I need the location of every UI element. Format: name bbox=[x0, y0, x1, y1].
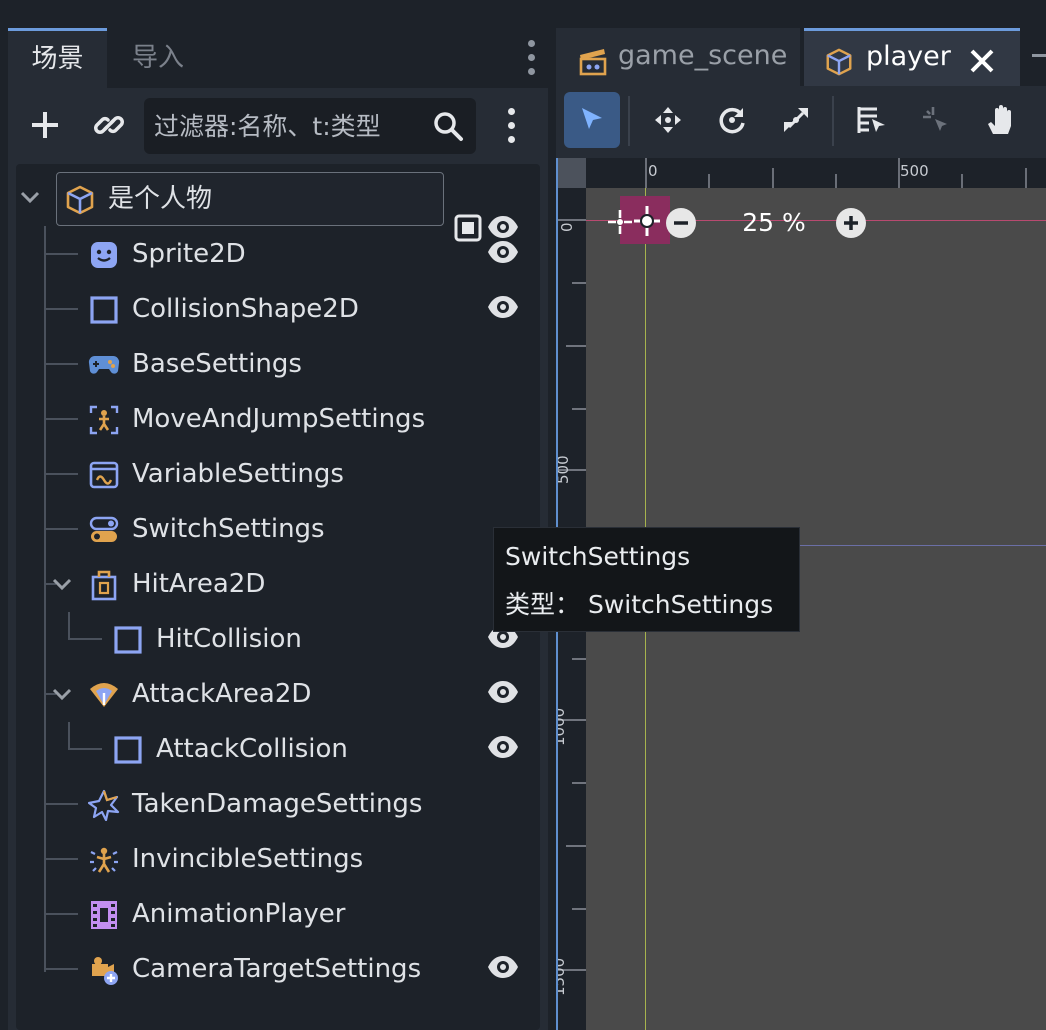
tree-row-switchsettings[interactable]: SwitchSettings bbox=[16, 502, 540, 557]
ruler-corner bbox=[556, 158, 586, 188]
invincible-icon bbox=[88, 844, 120, 876]
damage-star-icon bbox=[88, 789, 120, 821]
eye-visibility-icon[interactable] bbox=[486, 239, 520, 269]
tree-label: SwitchSettings bbox=[132, 514, 325, 544]
tree-row-collisionshape2d[interactable]: CollisionShape2D bbox=[16, 282, 540, 337]
tree-row-hitcollision[interactable]: HitCollision bbox=[16, 612, 540, 667]
select-tool-button[interactable] bbox=[564, 92, 620, 148]
editor-tab-bar: game_scene player bbox=[556, 28, 1046, 89]
animation-player-icon bbox=[88, 899, 120, 931]
switch-icon bbox=[88, 514, 120, 546]
tree-label: MoveAndJumpSettings bbox=[132, 404, 426, 434]
tree-label: AttackArea2D bbox=[132, 679, 312, 709]
tree-row-sprite2d[interactable]: Sprite2D bbox=[16, 227, 540, 282]
tree-label: AttackCollision bbox=[156, 734, 348, 764]
tree-row-attackarea2d[interactable]: AttackArea2D bbox=[16, 667, 540, 722]
ruler-label: 500 bbox=[556, 455, 572, 484]
zoom-controls: 25 % bbox=[666, 208, 876, 238]
tree-label: CollisionShape2D bbox=[132, 294, 359, 324]
tree-row-moveandjumpsettings[interactable]: MoveAndJumpSettings bbox=[16, 392, 540, 447]
tree-row-cameratargetsettings[interactable]: CameraTargetSettings bbox=[16, 942, 540, 997]
eye-visibility-icon[interactable] bbox=[486, 294, 520, 324]
gamepad-icon bbox=[88, 349, 120, 381]
tree-label: Sprite2D bbox=[132, 239, 246, 269]
tree-row-basesettings[interactable]: BaseSettings bbox=[16, 337, 540, 392]
move-jump-icon bbox=[88, 404, 120, 436]
tree-row-attackcollision[interactable]: AttackCollision bbox=[16, 722, 540, 777]
tree-row-invinciblesettings[interactable]: InvincibleSettings bbox=[16, 832, 540, 887]
zoom-out-button[interactable] bbox=[666, 208, 696, 238]
collision-shape-icon bbox=[88, 294, 120, 326]
tree-label: 是个人物 bbox=[108, 184, 213, 214]
rotate-tool-button[interactable] bbox=[704, 92, 760, 148]
tab-label: game_scene bbox=[618, 40, 788, 71]
scale-tool-button[interactable] bbox=[768, 92, 824, 148]
collapse-arrow-icon[interactable] bbox=[20, 190, 40, 209]
zoom-in-button[interactable] bbox=[836, 208, 866, 238]
search-icon bbox=[432, 110, 464, 142]
link-icon[interactable] bbox=[86, 102, 132, 148]
hit-area-icon bbox=[88, 569, 120, 601]
tab-game-scene[interactable]: game_scene bbox=[556, 28, 800, 86]
add-node-icon[interactable] bbox=[22, 102, 68, 148]
tree-label: CameraTargetSettings bbox=[132, 954, 422, 984]
eye-visibility-icon[interactable] bbox=[486, 954, 520, 984]
ruler-label: 0 bbox=[648, 162, 658, 180]
node3d-cube-icon bbox=[824, 43, 854, 76]
tree-label: TakenDamageSettings bbox=[132, 789, 423, 819]
scene-dock: 场景 导入 过滤器:名称、t:类型 是个人物 Sprite2D Collisio… bbox=[8, 28, 548, 1030]
pivot-crosshair-icon[interactable] bbox=[632, 204, 662, 238]
ruler-label: 0 bbox=[558, 222, 576, 232]
variable-icon bbox=[88, 459, 120, 491]
eye-visibility-icon[interactable] bbox=[486, 734, 520, 764]
dock-tab-bar: 场景 导入 bbox=[8, 28, 548, 91]
collapse-arrow-icon[interactable] bbox=[52, 577, 72, 596]
tree-row-variablesettings[interactable]: VariableSettings bbox=[16, 447, 540, 502]
list-select-tool-button[interactable] bbox=[844, 92, 900, 148]
pivot-tool-button[interactable] bbox=[908, 92, 964, 148]
tab-player[interactable]: player bbox=[804, 28, 1020, 89]
tab-scene[interactable]: 场景 bbox=[8, 28, 107, 91]
tree-label: VariableSettings bbox=[132, 459, 344, 489]
tree-row-hitarea2d[interactable]: HitArea2D bbox=[16, 557, 540, 612]
tree-label: AnimationPlayer bbox=[132, 899, 346, 929]
move-tool-button[interactable] bbox=[640, 92, 696, 148]
scene-tree: 是个人物 Sprite2D CollisionShape2D BaseSetti… bbox=[16, 164, 540, 1030]
tooltip-title: SwitchSettings bbox=[505, 542, 691, 571]
eye-visibility-icon[interactable] bbox=[486, 679, 520, 709]
tab-import[interactable]: 导入 bbox=[118, 28, 198, 88]
tooltip-type: 类型： SwitchSettings bbox=[505, 590, 774, 619]
tab-label: player bbox=[866, 41, 951, 72]
dock-menu-icon[interactable] bbox=[526, 40, 536, 76]
close-icon[interactable] bbox=[968, 41, 996, 73]
zoom-level[interactable]: 25 % bbox=[734, 208, 814, 238]
camera-target-icon bbox=[88, 954, 120, 986]
tree-label: BaseSettings bbox=[132, 349, 302, 379]
sprite2d-icon bbox=[88, 239, 120, 271]
node3d-cube-icon bbox=[64, 184, 96, 216]
tree-row-animationplayer[interactable]: AnimationPlayer bbox=[16, 887, 540, 942]
collapse-arrow-icon[interactable] bbox=[52, 687, 72, 706]
node-filter[interactable] bbox=[144, 98, 476, 154]
ruler-label: 500 bbox=[900, 162, 929, 180]
ruler-horizontal[interactable]: 0 500 bbox=[586, 158, 1046, 188]
filter-options-icon[interactable] bbox=[506, 108, 516, 144]
tree-row-takendamagesettings[interactable]: TakenDamageSettings bbox=[16, 777, 540, 832]
tree-label: HitCollision bbox=[156, 624, 302, 654]
tree-label: HitArea2D bbox=[132, 569, 266, 599]
tree-label: InvincibleSettings bbox=[132, 844, 364, 874]
pan-hand-icon[interactable] bbox=[972, 92, 1028, 148]
collision-shape-icon bbox=[112, 734, 144, 766]
canvas-toolbar bbox=[556, 86, 1046, 158]
attack-area-icon bbox=[88, 679, 120, 711]
collision-shape-icon bbox=[112, 624, 144, 656]
node-tooltip: SwitchSettings 类型： SwitchSettings bbox=[493, 527, 800, 632]
clapper-icon bbox=[578, 41, 608, 76]
filter-input[interactable] bbox=[154, 98, 424, 154]
